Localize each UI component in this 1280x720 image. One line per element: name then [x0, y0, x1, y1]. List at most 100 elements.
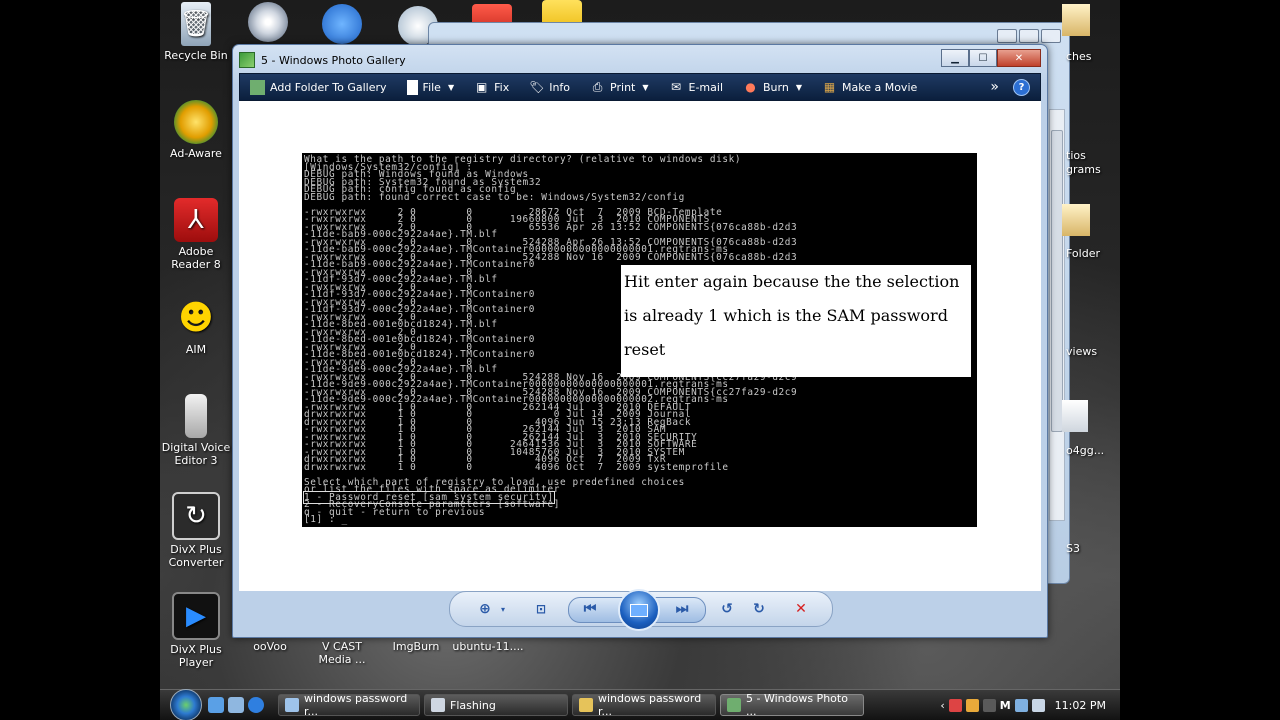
- adobe-reader-shortcut[interactable]: ⅄ Adobe Reader 8: [160, 198, 234, 271]
- file-label: File: [422, 80, 441, 94]
- tray-expand-icon[interactable]: ‹: [940, 699, 944, 712]
- divx-player-icon: ▶: [172, 592, 220, 640]
- zoom-icon[interactable]: ⊕: [476, 601, 494, 617]
- ubuntu-shortcut[interactable]: ubuntu-11....: [450, 640, 526, 653]
- oovoo-shortcut[interactable]: ooVoo: [232, 640, 308, 653]
- adobe-reader-icon: ⅄: [174, 198, 218, 242]
- background-window-scrollbar[interactable]: [1049, 109, 1065, 521]
- desktop-icon-label: Folder: [1066, 247, 1100, 260]
- email-icon: ✉: [670, 80, 682, 94]
- rotate-clockwise-icon[interactable]: ↻: [750, 601, 768, 617]
- vcast-shortcut[interactable]: V CAST Media ...: [304, 640, 380, 666]
- add-folder-icon: [250, 79, 265, 95]
- slideshow-button[interactable]: [618, 589, 660, 631]
- start-button[interactable]: [166, 689, 206, 720]
- recycle-bin-shortcut[interactable]: 🗑 Recycle Bin: [160, 2, 234, 62]
- ad-aware-shortcut[interactable]: Ad-Aware: [160, 100, 234, 160]
- desktop-icon-label: Recycle Bin: [164, 49, 228, 62]
- print-label: Print: [610, 80, 636, 94]
- tray-app-icon[interactable]: [965, 698, 979, 712]
- desktop-icon-label: DivX Plus Converter: [168, 543, 224, 569]
- browser-icon[interactable]: [322, 4, 362, 44]
- print-menu-button[interactable]: ⎙ Print ▼: [580, 75, 658, 99]
- maximize-button[interactable]: ☐: [969, 49, 997, 67]
- recycle-bin-icon: 🗑: [180, 2, 213, 46]
- folder-icon[interactable]: [1062, 204, 1090, 236]
- tray-app-icon[interactable]: [982, 698, 996, 712]
- taskbar-item[interactable]: windows password r...: [572, 692, 716, 718]
- console-screenshot-image: What is the path to the registry directo…: [302, 153, 977, 527]
- desktop-icon-label: grams: [1066, 163, 1101, 176]
- divx-converter-shortcut[interactable]: ↻ DivX Plus Converter: [160, 492, 234, 569]
- window-icon: [431, 698, 445, 712]
- background-window-controls[interactable]: [997, 29, 1061, 43]
- desktop-icon-label: views: [1066, 345, 1098, 358]
- language-indicator[interactable]: M: [1000, 699, 1011, 712]
- minimize-button[interactable]: ▁: [941, 49, 969, 67]
- console-line: drwxrwxrwx 1 0 0 4096 Oct 7 2009 systemp…: [304, 461, 729, 473]
- burn-disc-icon: ●: [745, 80, 756, 94]
- desktop-icon-label: S3: [1066, 542, 1080, 555]
- photo-gallery-window[interactable]: 5 - Windows Photo Gallery ▁ ☐ ✕ Add Fold…: [232, 44, 1048, 638]
- windows-orb-icon: [170, 689, 202, 720]
- internet-explorer-icon[interactable]: [248, 697, 264, 713]
- desktop: 🗑 Recycle Bin Ad-Aware ⅄ Adobe Reader 8 …: [160, 0, 1120, 720]
- email-button[interactable]: ✉ E-mail: [659, 75, 734, 99]
- title-bar[interactable]: 5 - Windows Photo Gallery: [239, 51, 406, 69]
- taskbar-item[interactable]: windows password r...: [278, 692, 420, 718]
- digital-voice-editor-shortcut[interactable]: Digital Voice Editor 3: [160, 394, 234, 467]
- burn-menu-button[interactable]: ● Burn ▼: [733, 75, 812, 99]
- folder-icon[interactable]: [1062, 4, 1090, 36]
- make-movie-label: Make a Movie: [842, 80, 918, 94]
- more-commands-button[interactable]: »: [990, 79, 999, 95]
- network-icon[interactable]: [1014, 698, 1028, 712]
- volume-icon[interactable]: [1031, 698, 1045, 712]
- zoom-dropdown-icon[interactable]: ▾: [494, 601, 512, 617]
- file-icon[interactable]: [1062, 400, 1088, 432]
- close-button[interactable]: ✕: [997, 49, 1041, 67]
- desktop-icon-label: o4gg...: [1066, 444, 1105, 457]
- taskbar-item-label: 5 - Windows Photo ...: [746, 692, 848, 718]
- slideshow-icon: [630, 603, 648, 617]
- file-icon: [406, 79, 418, 95]
- taskbar: windows password r... Flashing windows p…: [160, 689, 1120, 720]
- taskbar-item-label: windows password r...: [304, 692, 408, 718]
- delete-icon[interactable]: ✕: [792, 601, 810, 617]
- actual-size-icon[interactable]: ⊡: [532, 601, 550, 617]
- window-title: 5 - Windows Photo Gallery: [261, 53, 406, 67]
- divx-converter-icon: ↻: [172, 492, 220, 540]
- divx-player-shortcut[interactable]: ▶ DivX Plus Player: [160, 592, 234, 669]
- make-movie-button[interactable]: ▦ Make a Movie: [812, 75, 927, 99]
- help-icon[interactable]: ?: [1013, 78, 1030, 96]
- clock[interactable]: 11:02 PM: [1055, 699, 1106, 712]
- ad-aware-icon: [174, 100, 218, 144]
- add-folder-button[interactable]: Add Folder To Gallery: [240, 75, 397, 99]
- photo-gallery-icon: [239, 52, 255, 68]
- voice-recorder-icon: [185, 394, 207, 438]
- add-folder-label: Add Folder To Gallery: [270, 80, 387, 94]
- show-desktop-icon[interactable]: [208, 697, 224, 713]
- rotate-counterclockwise-icon[interactable]: ↺: [718, 601, 736, 617]
- taskbar-item-label: windows password r...: [598, 692, 702, 718]
- tray-app-icon[interactable]: [948, 698, 962, 712]
- taskbar-item[interactable]: Flashing: [424, 694, 568, 716]
- info-label: Info: [549, 80, 571, 94]
- window-icon: [285, 698, 299, 712]
- info-button[interactable]: 🏷 Info: [519, 75, 580, 99]
- folder-icon: [579, 698, 593, 712]
- previous-icon[interactable]: ⏮: [581, 601, 599, 617]
- file-menu-button[interactable]: File ▼: [397, 75, 465, 99]
- switch-windows-icon[interactable]: [228, 697, 244, 713]
- fix-button[interactable]: ▣ Fix: [464, 75, 519, 99]
- system-tray: ‹ M 11:02 PM: [940, 698, 1120, 712]
- console-line: [1] : _: [304, 514, 348, 525]
- aim-shortcut[interactable]: ☻ AIM: [160, 296, 234, 357]
- imgburn-shortcut[interactable]: ImgBurn: [378, 640, 454, 653]
- desktop-icon-label: tios: [1066, 149, 1086, 162]
- desktop-icon-label: DivX Plus Player: [170, 643, 222, 669]
- dvd-icon[interactable]: [248, 2, 288, 42]
- next-icon[interactable]: ⏭: [673, 601, 691, 617]
- annotation-box: Hit enter again because the the selectio…: [621, 265, 971, 377]
- printer-icon: ⎙: [592, 79, 603, 94]
- taskbar-item-active[interactable]: 5 - Windows Photo ...: [720, 692, 864, 718]
